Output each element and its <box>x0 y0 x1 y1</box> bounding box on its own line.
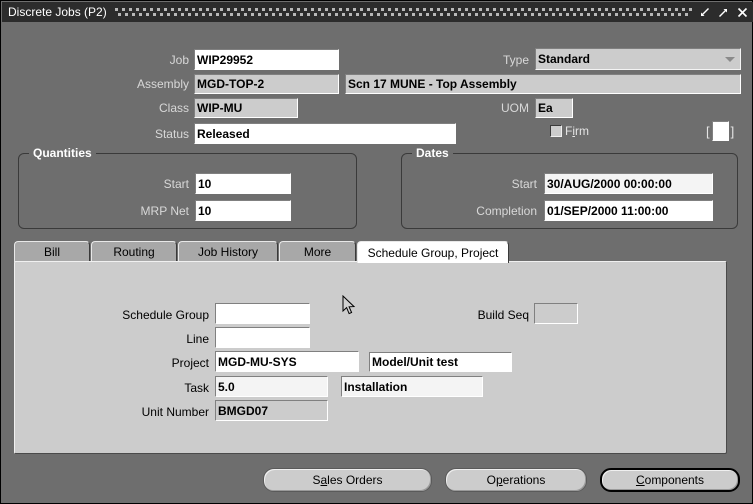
class-label: Class <box>158 101 189 115</box>
job-field[interactable]: WIP29952 <box>194 49 339 70</box>
operations-button-label: Operations <box>486 473 546 487</box>
schedule-group-field[interactable] <box>215 303 310 324</box>
quantity-mrp-net-field[interactable]: 10 <box>195 200 291 221</box>
class-field[interactable]: WIP-MU <box>194 98 298 118</box>
task-field[interactable]: 5.0 <box>215 376 328 397</box>
tab-job-history[interactable]: Job History <box>178 241 278 262</box>
quantities-group-label: Quantities <box>29 146 96 160</box>
unit-number-field[interactable]: BMGD07 <box>215 400 328 421</box>
build-seq-field[interactable] <box>534 303 578 324</box>
quantity-start-label: Start <box>163 177 189 191</box>
bracket-open: [ <box>706 123 710 139</box>
descriptive-flexfield[interactable]: [ ] <box>706 121 734 141</box>
date-start-field[interactable]: 30/AUG/2000 00:00:00 <box>544 173 713 194</box>
date-start-label: Start <box>511 177 537 191</box>
project-field[interactable]: MGD-MU-SYS <box>215 351 359 372</box>
firm-checkbox[interactable]: Firm <box>550 124 589 138</box>
tab-schedule-group-project[interactable]: Schedule Group, Project <box>357 241 509 263</box>
assembly-field[interactable]: MGD-TOP-2 <box>194 74 339 94</box>
date-completion-field[interactable]: 01/SEP/2000 11:00:00 <box>544 200 713 221</box>
uom-field[interactable]: Ea <box>535 98 573 118</box>
components-button-label: Components <box>635 473 705 487</box>
project-description-field: Model/Unit test <box>369 352 512 372</box>
status-label: Status <box>154 127 189 141</box>
build-seq-label: Build Seq <box>477 308 529 322</box>
task-description-field: Installation <box>341 376 483 397</box>
uom-label: UOM <box>501 101 529 115</box>
task-label: Task <box>184 381 209 395</box>
dates-group-label: Dates <box>412 146 453 160</box>
operations-button[interactable]: Operations <box>445 468 587 492</box>
line-field[interactable] <box>215 327 310 348</box>
title-bar-hatch-pattern <box>114 6 692 18</box>
job-label: Job <box>169 53 189 67</box>
tab-strip: Bill Routing Job History More Schedule G… <box>14 241 741 263</box>
unit-number-label: Unit Number <box>141 405 209 419</box>
line-label: Line <box>186 332 209 346</box>
window-title: Discrete Jobs (P2) <box>8 5 107 19</box>
flexfield-input[interactable] <box>711 121 729 141</box>
project-label: Project <box>171 356 209 370</box>
components-button[interactable]: Components <box>600 468 740 492</box>
chevron-down-icon <box>725 56 735 62</box>
tab-more[interactable]: More <box>279 241 356 262</box>
bracket-close: ] <box>730 123 735 139</box>
firm-checkbox-label: Firm <box>565 124 590 138</box>
restore-down-icon[interactable] <box>696 4 713 21</box>
type-dropdown-value: Standard <box>538 52 591 66</box>
tab-bill[interactable]: Bill <box>14 241 90 262</box>
assembly-description-field: Scn 17 MUNE - Top Assembly <box>345 74 741 94</box>
status-field[interactable]: Released <box>194 123 456 144</box>
discrete-jobs-window: Discrete Jobs (P2) Job WIP29952 Type Sta… <box>0 0 753 504</box>
title-bar[interactable]: Discrete Jobs (P2) <box>2 2 753 22</box>
firm-checkbox-box <box>550 125 562 137</box>
quantity-start-field[interactable]: 10 <box>195 173 291 194</box>
assembly-label: Assembly <box>136 77 189 91</box>
sales-orders-button[interactable]: Sales Orders <box>263 468 432 492</box>
type-dropdown[interactable]: Standard <box>535 48 741 70</box>
maximize-icon[interactable] <box>715 4 732 21</box>
type-label: Type <box>502 53 529 67</box>
close-icon[interactable] <box>734 4 751 21</box>
schedule-group-label: Schedule Group <box>122 308 209 322</box>
date-completion-label: Completion <box>476 204 537 218</box>
quantity-mrp-net-label: MRP Net <box>140 204 189 218</box>
tab-routing[interactable]: Routing <box>91 241 177 262</box>
sales-orders-button-label: Sales Orders <box>312 473 383 487</box>
